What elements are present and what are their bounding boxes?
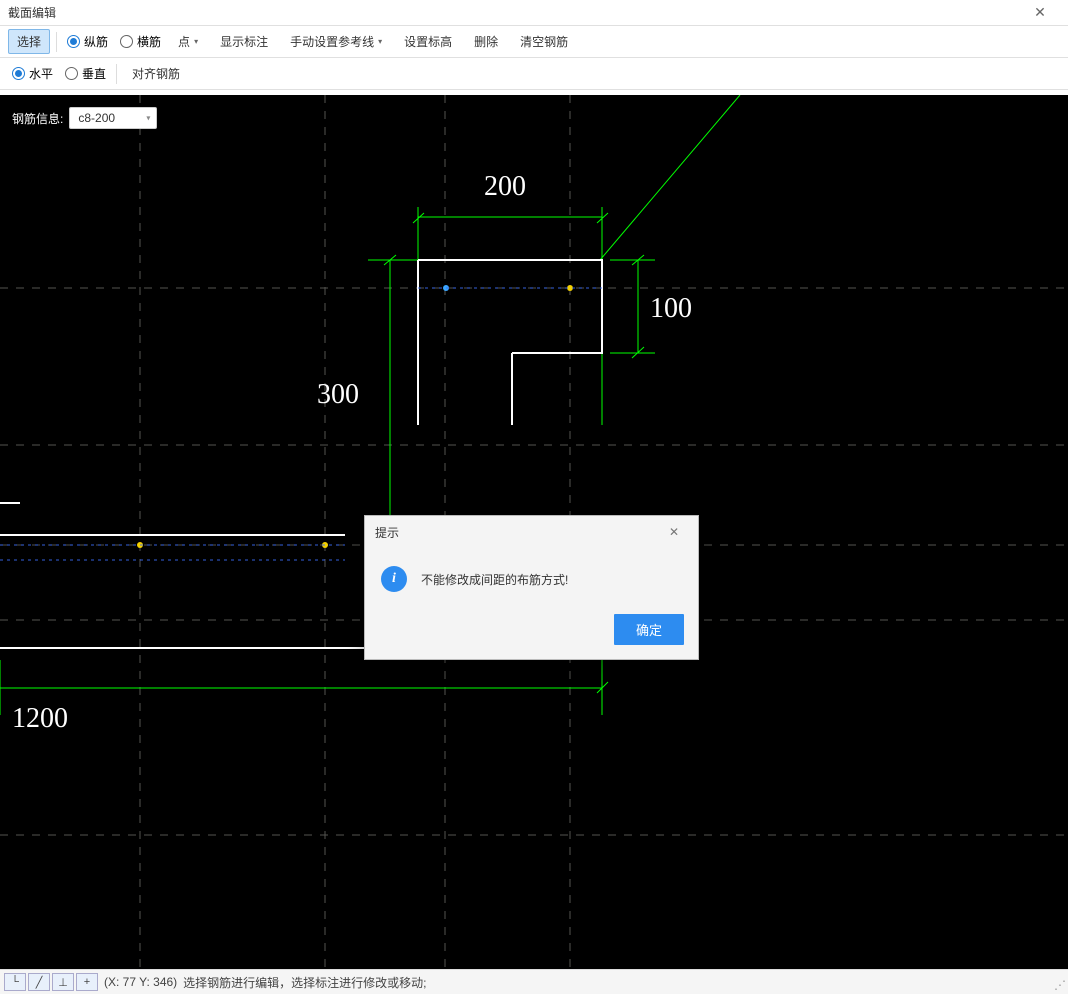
close-icon: ✕ [1034, 4, 1046, 21]
set-elevation-label: 设置标高 [404, 33, 452, 50]
dialog-footer: 确定 [365, 604, 698, 659]
vertical-radio[interactable]: 垂直 [61, 63, 110, 84]
vertical-rebar-label: 纵筋 [84, 33, 108, 50]
rebar-info-label: 钢筋信息: [12, 110, 63, 127]
titlebar: 截面编辑 ✕ [0, 0, 1068, 26]
dimension-100: 100 [650, 293, 692, 324]
dialog-body: i 不能修改成间距的布筋方式! [365, 548, 698, 604]
align-rebar-label: 对齐钢筋 [132, 65, 180, 82]
radio-icon [67, 35, 80, 48]
horizontal-rebar-label: 横筋 [137, 33, 161, 50]
close-icon: ✕ [669, 525, 679, 539]
align-rebar-button[interactable]: 对齐钢筋 [123, 61, 189, 86]
snap-perp-icon[interactable]: ⊥ [52, 973, 74, 991]
show-annotation-label: 显示标注 [220, 33, 268, 50]
toolbar-divider [56, 32, 57, 52]
select-tool-button[interactable]: 选择 [8, 29, 50, 54]
dimension-200: 200 [484, 171, 526, 202]
chevron-down-icon: ▾ [378, 37, 382, 46]
horizontal-radio[interactable]: 水平 [8, 63, 57, 84]
select-tool-label: 选择 [17, 33, 41, 50]
horizontal-rebar-radio[interactable]: 横筋 [116, 31, 165, 52]
snap-endpoint-icon[interactable]: └ [4, 973, 26, 991]
point-dropdown[interactable]: 点 ▾ [169, 29, 207, 54]
dialog-close-button[interactable]: ✕ [660, 520, 688, 544]
rebar-info-overlay: 钢筋信息: c8-200 [12, 107, 157, 129]
resize-grip-icon[interactable]: ⋰ [1054, 978, 1066, 992]
dialog-ok-label: 确定 [636, 623, 662, 638]
radio-icon [120, 35, 133, 48]
secondary-toolbar: 水平 垂直 对齐钢筋 [0, 58, 1068, 90]
dimension-1200: 1200 [12, 703, 68, 734]
snap-line-icon[interactable]: ╱ [28, 973, 50, 991]
manual-ref-line-label: 手动设置参考线 [290, 33, 374, 50]
toolbar-divider [116, 64, 117, 84]
delete-button[interactable]: 删除 [465, 29, 507, 54]
delete-label: 删除 [474, 33, 498, 50]
dialog-title-text: 提示 [375, 524, 399, 541]
drawing-canvas[interactable]: 200 100 300 120 1200 钢筋信息: c8-200 提示 ✕ i… [0, 95, 1068, 969]
alert-dialog: 提示 ✕ i 不能修改成间距的布筋方式! 确定 [364, 515, 699, 660]
dimension-300: 300 [317, 379, 359, 410]
status-bar: └ ╱ ⊥ + (X: 77 Y: 346) 选择钢筋进行编辑，选择标注进行修改… [0, 969, 1068, 994]
radio-icon [65, 67, 78, 80]
info-icon: i [381, 566, 407, 592]
vertical-rebar-radio[interactable]: 纵筋 [63, 31, 112, 52]
dialog-titlebar: 提示 ✕ [365, 516, 698, 548]
main-toolbar: 选择 纵筋 横筋 点 ▾ 显示标注 手动设置参考线 ▾ 设置标高 删除 清空钢筋 [0, 26, 1068, 58]
set-elevation-button[interactable]: 设置标高 [395, 29, 461, 54]
window-title: 截面编辑 [8, 4, 56, 21]
status-coords: (X: 77 Y: 346) [104, 975, 177, 989]
vertical-label: 垂直 [82, 65, 106, 82]
dialog-message: 不能修改成间距的布筋方式! [421, 571, 568, 588]
point-label: 点 [178, 33, 190, 50]
manual-ref-line-dropdown[interactable]: 手动设置参考线 ▾ [281, 29, 391, 54]
horizontal-label: 水平 [29, 65, 53, 82]
chevron-down-icon: ▾ [194, 37, 198, 46]
status-hint: 选择钢筋进行编辑，选择标注进行修改或移动; [183, 974, 426, 991]
clear-rebar-label: 清空钢筋 [520, 33, 568, 50]
snap-cross-icon[interactable]: + [76, 973, 98, 991]
rebar-info-value: c8-200 [78, 111, 115, 125]
show-annotation-button[interactable]: 显示标注 [211, 29, 277, 54]
rebar-info-select[interactable]: c8-200 [69, 107, 157, 129]
clear-rebar-button[interactable]: 清空钢筋 [511, 29, 577, 54]
dialog-ok-button[interactable]: 确定 [614, 614, 684, 645]
window-close-button[interactable]: ✕ [1020, 0, 1060, 26]
radio-icon [12, 67, 25, 80]
